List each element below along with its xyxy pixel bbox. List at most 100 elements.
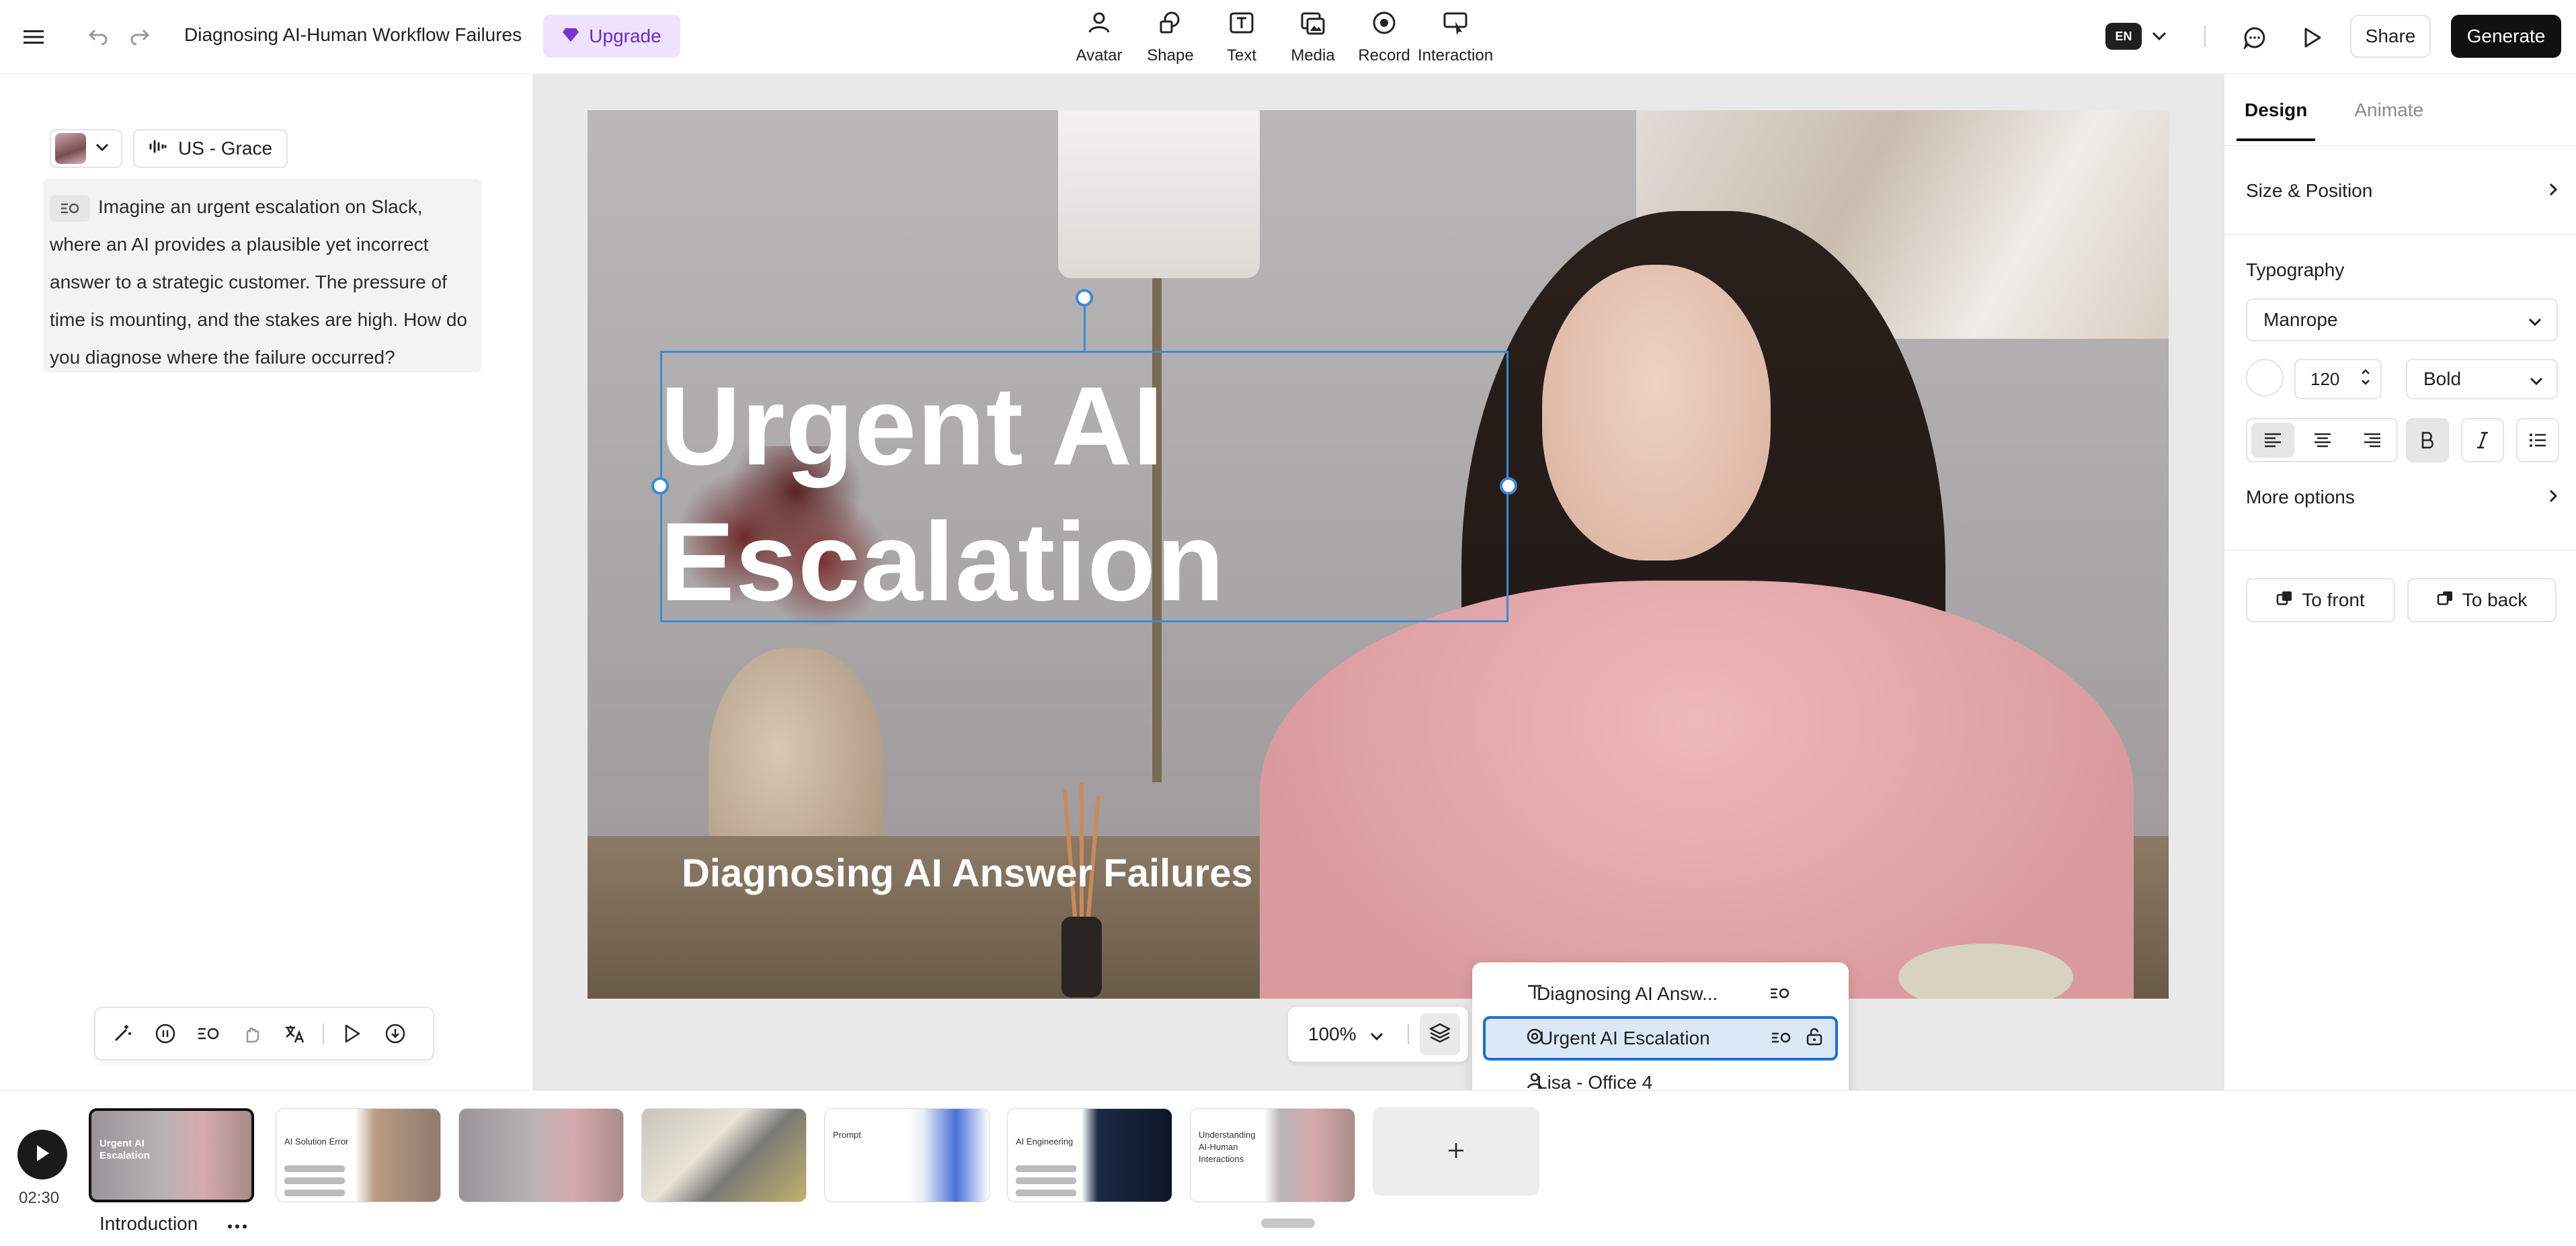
scene-name[interactable]: Introduction <box>99 1213 198 1235</box>
tab-design[interactable]: Design <box>2236 99 2316 141</box>
divider <box>1407 1024 1409 1044</box>
presenter-face <box>1542 265 1771 560</box>
top-bar: Diagnosing AI-Human Workflow Failures Up… <box>0 0 2576 74</box>
chevron-down-icon <box>2530 368 2543 390</box>
send-back-icon <box>2437 589 2454 612</box>
align-left-icon[interactable] <box>2251 423 2294 458</box>
align-center-icon[interactable] <box>2301 423 2344 458</box>
presenter-body <box>1260 581 2134 999</box>
avatar-selector[interactable] <box>50 129 122 168</box>
record-icon <box>1371 9 1398 41</box>
scene-thumbnail-title: Understanding AI-Human Interactions <box>1199 1130 1256 1164</box>
thumbnail-line <box>284 1165 345 1172</box>
script-marker-icon[interactable] <box>50 194 90 222</box>
to-back-button[interactable]: To back <box>2407 578 2557 622</box>
add-scene-button[interactable] <box>1373 1107 1539 1196</box>
voice-label: US - Grace <box>177 138 273 159</box>
tool-record[interactable]: Record <box>1349 9 1420 66</box>
add-circle-icon[interactable] <box>380 1019 410 1048</box>
scene-thumbnail[interactable] <box>641 1108 807 1202</box>
avatar <box>55 133 86 164</box>
chevron-down-icon <box>95 142 109 155</box>
menu-icon[interactable] <box>20 26 47 48</box>
size-position-row[interactable]: Size & Position <box>2246 180 2558 202</box>
font-family-select[interactable]: Manrope <box>2246 298 2558 341</box>
scene-thumbnail-title: AI Engineering <box>1016 1136 1074 1147</box>
layer-item[interactable]: Diagnosing AI Answ... <box>1483 972 1838 1016</box>
scene-thumbnail[interactable]: Prompt <box>824 1108 990 1202</box>
font-weight-select[interactable]: Bold <box>2406 359 2558 399</box>
redo-icon[interactable] <box>128 24 152 48</box>
tool-shape[interactable]: Shape <box>1135 9 1206 66</box>
play-icon[interactable] <box>337 1019 367 1048</box>
chevron-right-icon <box>2548 487 2558 508</box>
translate-icon[interactable] <box>280 1019 309 1048</box>
chevron-right-icon <box>2548 180 2558 202</box>
layers-icon <box>1428 1022 1451 1048</box>
resize-handle-left[interactable] <box>651 477 669 495</box>
target-icon <box>1526 1028 1543 1050</box>
marker-icon[interactable] <box>194 1019 223 1048</box>
layers-button[interactable] <box>1420 1013 1460 1055</box>
ai-magic-icon[interactable] <box>108 1019 137 1048</box>
avatar-icon <box>1086 9 1113 41</box>
tool-media[interactable]: Media <box>1277 9 1349 66</box>
tool-avatar[interactable]: Avatar <box>1063 9 1135 66</box>
bold-icon[interactable] <box>2406 418 2449 462</box>
project-title[interactable]: Diagnosing AI-Human Workflow Failures <box>184 24 522 46</box>
scene-thumbnail[interactable]: AI Engineering <box>1007 1108 1172 1202</box>
pause-icon[interactable] <box>151 1019 180 1048</box>
play-button[interactable] <box>17 1130 67 1179</box>
tab-animate[interactable]: Animate <box>2354 99 2423 121</box>
font-size-stepper[interactable]: 120 <box>2294 359 2382 399</box>
scene-thumbnail[interactable]: Urgent AI Escalation <box>89 1108 254 1202</box>
comment-icon[interactable] <box>2241 24 2268 51</box>
rotation-line <box>1084 306 1086 351</box>
gesture-icon[interactable] <box>237 1019 266 1048</box>
undo-icon[interactable] <box>86 24 110 48</box>
marker-icon[interactable] <box>1769 983 1791 1005</box>
duration-label: 02:30 <box>19 1189 60 1207</box>
scene-thumbnail[interactable]: AI Solution Error <box>276 1108 441 1202</box>
generate-button[interactable]: Generate <box>2451 15 2561 58</box>
italic-icon[interactable] <box>2461 418 2504 462</box>
divider <box>323 1024 324 1044</box>
tool-text-label: Text <box>1226 46 1256 65</box>
chevron-down-icon <box>2528 309 2542 331</box>
stepper-arrows-icon[interactable] <box>2360 367 2371 392</box>
script-text-block[interactable]: Imagine an urgent escalation on Slack, w… <box>43 179 481 372</box>
panel-tabs: Design Animate <box>2236 99 2423 141</box>
to-front-button[interactable]: To front <box>2246 578 2395 622</box>
more-options-row[interactable]: More options <box>2246 487 2558 508</box>
chevron-down-icon[interactable] <box>2148 26 2170 47</box>
tool-shape-label: Shape <box>1147 46 1194 65</box>
tool-interaction[interactable]: Interaction <box>1418 9 1493 66</box>
resize-handle-right[interactable] <box>1500 477 1517 495</box>
slide-subtitle[interactable]: Diagnosing AI Answer Failures <box>682 851 1253 896</box>
text-layer-icon <box>1526 983 1543 1005</box>
scene-thumbnail[interactable]: Understanding AI-Human Interactions <box>1190 1108 1355 1202</box>
font-weight-value: Bold <box>2423 368 2462 389</box>
thumbnail-line <box>284 1177 345 1184</box>
language-badge[interactable]: EN <box>2105 23 2142 50</box>
layer-item-selected[interactable]: Urgent AI Escalation <box>1483 1016 1838 1061</box>
script-toolbar <box>94 1007 434 1061</box>
scene-thumbnail[interactable] <box>458 1108 624 1202</box>
scene-thumbnail-title: AI Solution Error <box>284 1136 349 1147</box>
text-color-swatch[interactable] <box>2246 359 2284 397</box>
rotate-handle[interactable] <box>1076 289 1093 306</box>
more-options-icon[interactable] <box>227 1212 247 1235</box>
marker-icon[interactable] <box>1771 1028 1792 1049</box>
selection-box <box>660 351 1508 622</box>
share-button[interactable]: Share <box>2350 15 2431 58</box>
list-icon[interactable] <box>2516 418 2559 462</box>
voice-selector[interactable]: US - Grace <box>133 129 288 168</box>
slide-canvas[interactable]: Urgent AI Escalation Diagnosing AI Answe… <box>588 110 2169 999</box>
preview-play-icon[interactable] <box>2299 24 2326 51</box>
unlock-icon[interactable] <box>1806 1027 1823 1050</box>
align-right-icon[interactable] <box>2351 423 2394 458</box>
upgrade-button[interactable]: Upgrade <box>543 15 680 58</box>
tool-text[interactable]: Text <box>1206 9 1277 66</box>
layers-popover: Diagnosing AI Answ... Urgent AI Escalati… <box>1472 962 1849 1106</box>
timeline-scrollbar[interactable] <box>1261 1218 1315 1228</box>
